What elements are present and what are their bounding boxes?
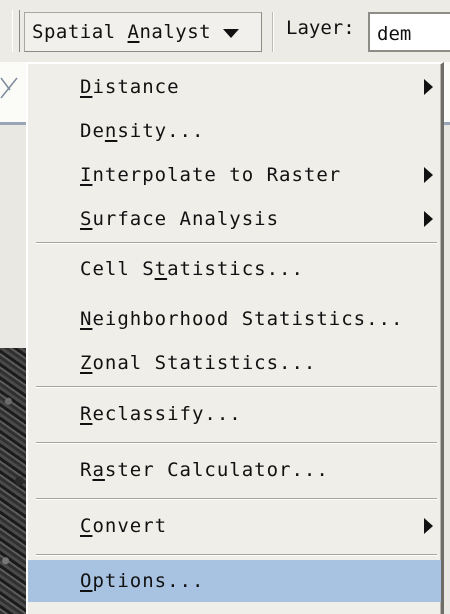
menu-item-label: Density... bbox=[80, 120, 205, 142]
menu-item-interpolate-to-raster[interactable]: Interpolate to Raster bbox=[28, 156, 441, 194]
chevron-down-icon bbox=[223, 29, 239, 38]
menu-separator bbox=[36, 386, 437, 388]
menu-item-label: Reclassify... bbox=[80, 403, 242, 425]
menu-item-label: Surface Analysis bbox=[80, 208, 280, 230]
map-tool-icon[interactable] bbox=[0, 72, 18, 100]
menu-item-label: Interpolate to Raster bbox=[80, 164, 342, 186]
menu-item-convert[interactable]: Convert bbox=[28, 507, 441, 545]
spatial-analyst-label: Spatial Analyst bbox=[32, 21, 212, 43]
layer-label: Layer: bbox=[286, 17, 355, 39]
menu-item-label: Raster Calculator... bbox=[80, 459, 329, 481]
menu-item-label: Cell Statistics... bbox=[80, 258, 304, 280]
menu-separator bbox=[36, 242, 437, 244]
menu-item-label: Zonal Statistics... bbox=[80, 352, 317, 374]
layer-select[interactable] bbox=[368, 12, 450, 52]
menu-item-density[interactable]: Density... bbox=[28, 112, 441, 150]
submenu-arrow-icon bbox=[424, 167, 433, 183]
menu-item-label: Neighborhood Statistics... bbox=[80, 308, 404, 330]
spatial-analyst-menu: Distance Density... Interpolate to Raste… bbox=[26, 62, 444, 614]
submenu-arrow-icon bbox=[424, 211, 433, 227]
menu-item-distance[interactable]: Distance bbox=[28, 68, 441, 106]
menu-item-options[interactable]: Options... bbox=[28, 560, 441, 602]
menu-item-neighborhood-statistics[interactable]: Neighborhood Statistics... bbox=[28, 300, 441, 338]
submenu-arrow-icon bbox=[424, 518, 433, 534]
menu-item-reclassify[interactable]: Reclassify... bbox=[28, 395, 441, 433]
menu-item-zonal-statistics[interactable]: Zonal Statistics... bbox=[28, 344, 441, 382]
spatial-analyst-dropdown-button[interactable]: Spatial Analyst bbox=[24, 12, 262, 52]
menu-item-label: Convert bbox=[80, 515, 168, 537]
spatial-analyst-toolbar: Spatial Analyst Layer: bbox=[0, 0, 450, 63]
toolbar-grip-icon[interactable] bbox=[12, 10, 20, 52]
menu-item-cell-statistics[interactable]: Cell Statistics... bbox=[28, 250, 441, 288]
menu-separator bbox=[36, 442, 437, 444]
menu-item-label: Options... bbox=[80, 570, 205, 592]
toolbar-separator bbox=[272, 12, 274, 52]
menu-item-raster-calculator[interactable]: Raster Calculator... bbox=[28, 451, 441, 489]
dem-raster-preview bbox=[0, 348, 28, 614]
menu-item-label: Distance bbox=[80, 76, 180, 98]
submenu-arrow-icon bbox=[424, 79, 433, 95]
menu-separator bbox=[36, 498, 437, 500]
menu-separator bbox=[36, 554, 437, 556]
menu-item-surface-analysis[interactable]: Surface Analysis bbox=[28, 200, 441, 238]
